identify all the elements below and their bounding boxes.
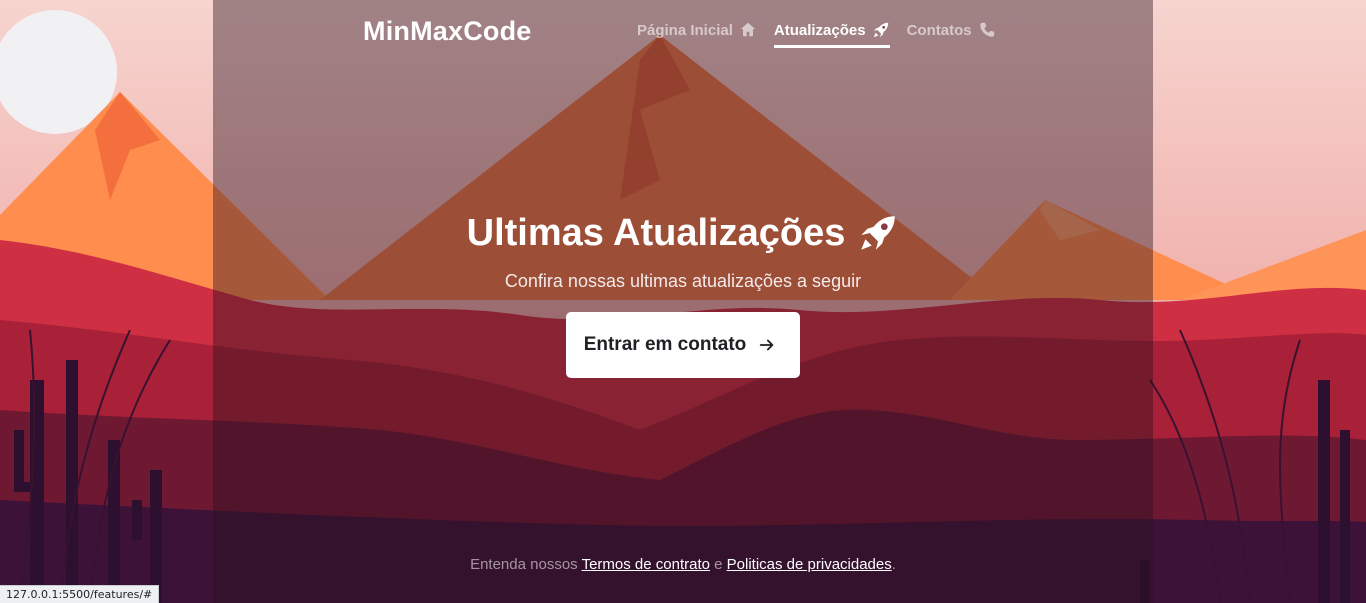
arrow-right-icon xyxy=(758,336,776,354)
terms-link[interactable]: Termos de contrato xyxy=(582,556,710,573)
contact-button[interactable]: Entrar em contato xyxy=(565,312,801,378)
rocket-icon xyxy=(872,21,890,39)
hero-subtitle: Confira nossas ultimas atualizações a se… xyxy=(504,271,862,291)
hero-heading: Ultimas Atualizações xyxy=(467,205,900,261)
privacy-link[interactable]: Politicas de privacidades xyxy=(727,556,892,573)
page: MinMaxCode Página Inicial Atualizações C… xyxy=(0,0,1366,603)
nav-item-contatos[interactable]: Contatos xyxy=(907,21,996,48)
site-header: MinMaxCode Página Inicial Atualizações C… xyxy=(213,0,1153,64)
hero-title: Ultimas Atualizações xyxy=(466,212,846,254)
footer-prefix: Entenda nossos xyxy=(470,556,582,573)
footer-legal-note: Entenda nossos Termos de contrato e Poli… xyxy=(213,556,1153,573)
nav-item-pagina-inicial[interactable]: Página Inicial xyxy=(637,21,757,48)
main-nav: Página Inicial Atualizações Contatos xyxy=(637,21,996,48)
home-icon xyxy=(739,21,757,39)
phone-icon xyxy=(978,21,996,39)
contact-button-label: Entrar em contato xyxy=(583,334,747,355)
nav-item-label: Contatos xyxy=(906,21,972,39)
nav-item-label: Página Inicial xyxy=(637,21,733,39)
footer-joiner: e xyxy=(709,556,727,573)
nav-item-label: Atualizações xyxy=(773,21,866,39)
footer-suffix: . xyxy=(891,556,896,573)
nav-item-atualizacoes[interactable]: Atualizações xyxy=(773,21,890,48)
brand-logo[interactable]: MinMaxCode xyxy=(363,16,532,47)
rocket-icon xyxy=(857,212,899,254)
browser-status-url: 127.0.0.1:5500/features/# xyxy=(0,585,160,603)
hero-section: Ultimas Atualizações Confira nossas ulti… xyxy=(213,205,1153,378)
